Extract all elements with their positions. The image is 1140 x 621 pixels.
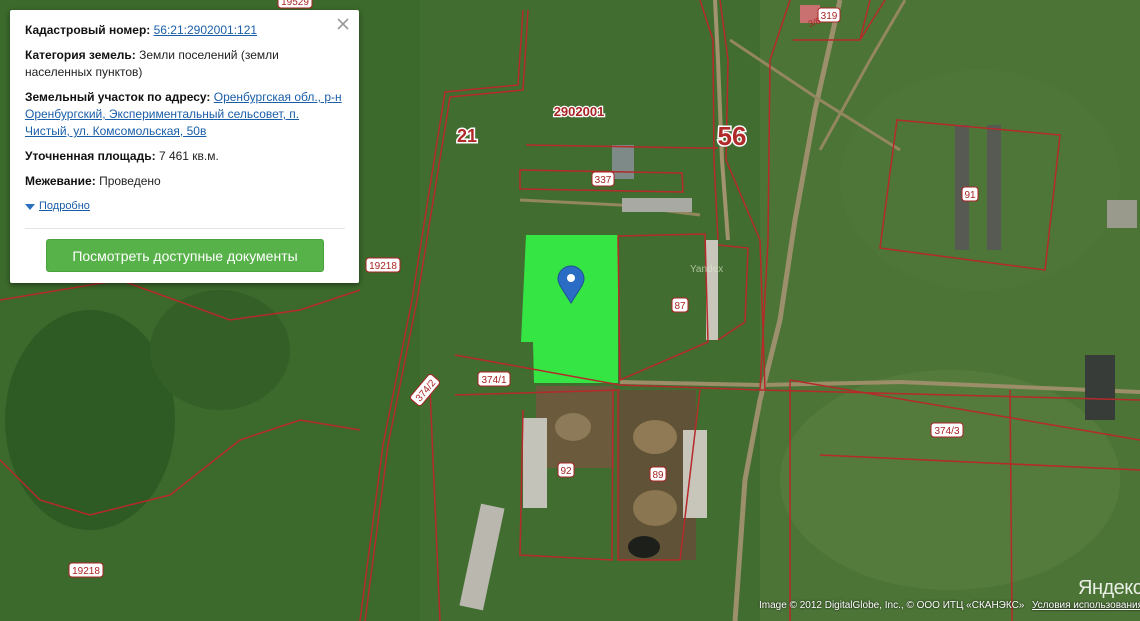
label-319: 319 — [817, 7, 841, 23]
soil-mound — [633, 490, 677, 526]
label-19218-b-text: 19218 — [72, 566, 100, 577]
address-label: Земельный участок по адресу: — [25, 90, 211, 104]
details-link[interactable]: Подробно — [39, 198, 90, 215]
faint-watermark-text: Yandex — [690, 264, 723, 275]
view-documents-button[interactable]: Посмотреть доступные документы — [46, 239, 324, 272]
building — [987, 125, 1001, 250]
expand-triangle-icon — [25, 203, 35, 210]
survey-row: Межевание: Проведено — [25, 173, 345, 190]
label-19529-text: 19529 — [281, 0, 309, 8]
survey-value: Проведено — [99, 174, 161, 188]
label-87-text: 87 — [674, 301, 686, 312]
label-374-3: 374/3 — [930, 422, 964, 438]
cadastral-row: Кадастровый номер: 56:21:2902001:121 — [25, 22, 345, 39]
building — [1107, 200, 1137, 228]
survey-label: Межевание: — [25, 174, 96, 188]
label-374-1-text: 374/1 — [481, 375, 506, 386]
block-label-2902001: 2902001 — [554, 104, 605, 119]
address-row: Земельный участок по адресу: Оренбургска… — [25, 89, 345, 140]
details-toggle[interactable]: Подробно — [25, 198, 345, 215]
label-337: 337 — [591, 171, 615, 187]
label-92: 92 — [557, 462, 575, 478]
label-319-text: 319 — [821, 11, 838, 22]
label-337-text: 337 — [595, 175, 612, 186]
label-19529: 19529 — [277, 0, 313, 9]
divider — [25, 228, 345, 229]
label-91: 91 — [961, 186, 979, 202]
district-label-21: 21 — [457, 126, 477, 146]
yandex-logo: Яндекс — [1078, 577, 1140, 599]
trees-patch — [150, 290, 290, 410]
building — [612, 145, 634, 179]
label-19218-b: 19218 — [68, 562, 104, 578]
category-label: Категория земель: — [25, 48, 136, 62]
district-label-56: 56 — [718, 121, 747, 151]
field-patch — [780, 370, 1120, 590]
label-19218-a-text: 19218 — [369, 261, 397, 272]
area-label: Уточненная площадь: — [25, 149, 156, 163]
close-icon[interactable] — [335, 16, 351, 32]
area-row: Уточненная площадь: 7 461 кв.м. — [25, 148, 345, 165]
category-row: Категория земель: Земли поселений (земли… — [25, 47, 345, 81]
cadastral-number-link[interactable]: 56:21:2902001:121 — [154, 23, 257, 37]
soil-mound — [633, 420, 677, 454]
selected-parcel[interactable] — [521, 235, 618, 383]
area-value: 7 461 кв.м. — [158, 149, 219, 163]
imagery-copyright: Image © 2012 DigitalGlobe, Inc., © ООО И… — [759, 600, 1025, 611]
pond — [628, 536, 660, 558]
soil-mound — [555, 413, 591, 441]
parcel-info-popup: Кадастровый номер: 56:21:2902001:121 Кат… — [10, 10, 359, 283]
terms-of-use-link[interactable]: Условия использования — [1032, 600, 1140, 611]
building — [523, 418, 547, 508]
trees-patch — [5, 310, 175, 530]
label-87: 87 — [671, 297, 689, 313]
label-374-3-text: 374/3 — [934, 426, 959, 437]
label-92-text: 92 — [560, 466, 572, 477]
cadastral-label: Кадастровый номер: — [25, 23, 151, 37]
label-19218-a: 19218 — [365, 257, 401, 273]
building — [1085, 355, 1115, 420]
building — [622, 198, 692, 212]
label-89-text: 89 — [652, 470, 664, 481]
label-374-1: 374/1 — [477, 371, 511, 387]
label-89: 89 — [649, 466, 667, 482]
field-patch — [840, 70, 1120, 290]
label-91-text: 91 — [964, 190, 976, 201]
